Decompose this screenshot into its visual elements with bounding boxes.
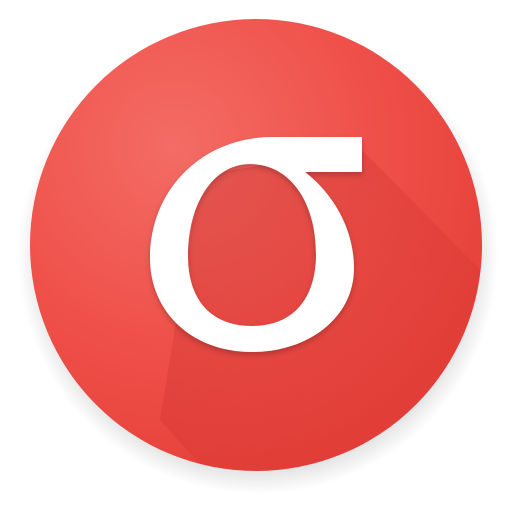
app-icon-canvas bbox=[0, 0, 512, 512]
sigma-app-icon bbox=[18, 18, 498, 494]
